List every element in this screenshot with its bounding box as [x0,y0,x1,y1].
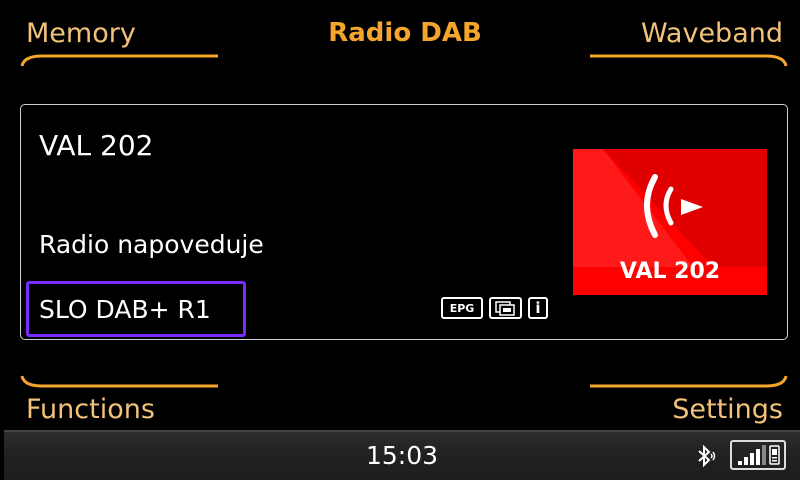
functions-softkey-indicator [20,375,218,388]
memory-softkey-indicator [20,54,218,67]
station-name: VAL 202 [39,129,154,162]
waveband-softkey-indicator [590,54,788,67]
station-panel: VAL 202 Radio napoveduje SLO DAB+ R1 EPG… [20,104,788,340]
epg-icon[interactable]: EPG [441,297,483,319]
radio-text: Radio napoveduje [39,230,264,259]
station-logo: VAL 202 [573,149,767,295]
bluetooth-icon [698,444,716,468]
signal-strength-icon [730,440,786,470]
settings-softkey-indicator [590,375,788,388]
service-icons: EPG i [441,297,548,319]
ensemble-name[interactable]: SLO DAB+ R1 [39,295,211,324]
settings-softkey[interactable]: Settings [672,396,783,423]
functions-softkey[interactable]: Functions [26,396,155,423]
info-icon[interactable]: i [528,297,548,319]
waveband-softkey[interactable]: Waveband [641,20,783,47]
slideshow-icon[interactable] [489,297,522,319]
station-logo-text: VAL 202 [619,259,721,284]
clock: 15:03 [365,441,439,470]
status-bar: 15:03 [4,430,800,480]
